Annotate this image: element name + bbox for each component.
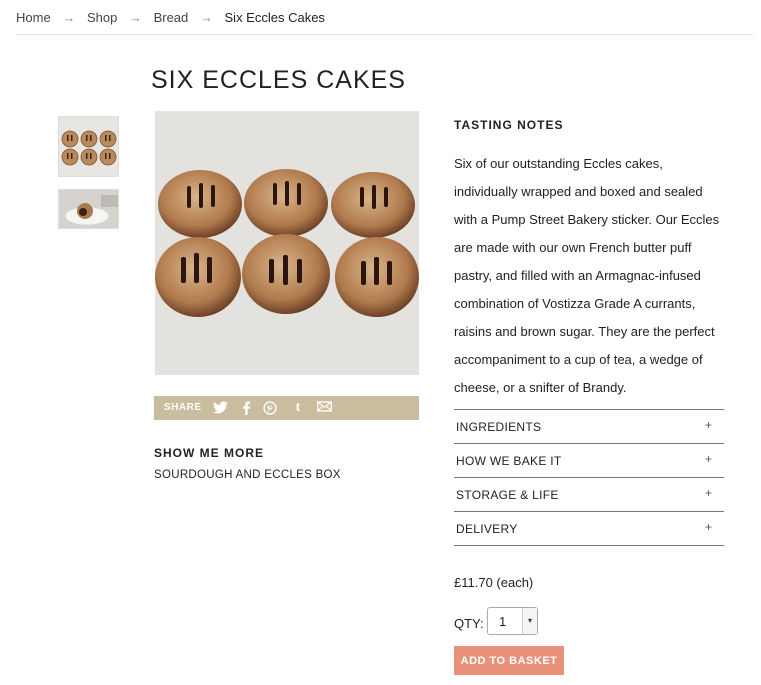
plus-icon: + xyxy=(704,418,712,432)
email-icon[interactable] xyxy=(316,401,332,415)
accordion-delivery[interactable]: DELIVERY + xyxy=(454,511,724,545)
quantity-select[interactable]: 1 ▾ xyxy=(487,607,538,635)
quantity-label: QTY: xyxy=(454,616,484,631)
breadcrumb-bread-link[interactable]: Bread xyxy=(154,10,189,25)
page-title: SIX ECCLES CAKES xyxy=(151,66,406,94)
accordion-label: DELIVERY xyxy=(456,522,518,536)
product-price: £11.70 (each) xyxy=(454,575,534,590)
accordion-label: INGREDIENTS xyxy=(456,420,542,434)
share-bar: SHARE t xyxy=(154,396,419,420)
plated-cake-thumbnail-image xyxy=(59,190,118,228)
share-label: SHARE xyxy=(164,402,202,413)
pinterest-icon[interactable] xyxy=(262,401,278,415)
chevron-down-icon: ▾ xyxy=(522,608,537,634)
plus-icon: + xyxy=(704,520,712,534)
accordion-label: STORAGE & LIFE xyxy=(456,488,559,502)
accordion-label: HOW WE BAKE IT xyxy=(456,454,562,468)
tasting-notes-text: Six of our outstanding Eccles cakes, ind… xyxy=(454,156,720,395)
breadcrumb-current: Six Eccles Cakes xyxy=(224,10,325,26)
six-cakes-thumbnail-image xyxy=(59,117,118,176)
breadcrumb-arrow-icon: → xyxy=(62,10,76,26)
thumbnail-plated-cake[interactable] xyxy=(58,189,119,229)
breadcrumb-arrow-icon: → xyxy=(128,10,142,26)
accordion-storage-life[interactable]: STORAGE & LIFE + xyxy=(454,477,724,511)
add-to-basket-button[interactable]: ADD TO BASKET xyxy=(454,646,564,675)
breadcrumb-shop-link[interactable]: Shop xyxy=(87,10,117,25)
eccles-cakes-photo xyxy=(155,111,419,375)
accordion-bottom-divider xyxy=(454,545,724,546)
twitter-icon[interactable] xyxy=(212,401,228,415)
breadcrumb-arrow-icon: → xyxy=(199,10,213,26)
accordion-how-we-bake-it[interactable]: HOW WE BAKE IT + xyxy=(454,443,724,477)
facebook-icon[interactable] xyxy=(238,401,254,415)
plus-icon: + xyxy=(704,486,712,500)
breadcrumb-divider xyxy=(16,34,753,35)
product-main-image xyxy=(155,111,419,375)
breadcrumb: Home → Shop → Bread → Six Eccles Cakes xyxy=(16,9,325,25)
product-info-accordion: INGREDIENTS + HOW WE BAKE IT + STORAGE &… xyxy=(454,409,724,546)
accordion-ingredients[interactable]: INGREDIENTS + xyxy=(454,409,724,443)
show-more-heading: SHOW ME MORE xyxy=(154,446,264,460)
breadcrumb-home-link[interactable]: Home xyxy=(16,10,51,25)
quantity-value: 1 xyxy=(499,614,507,629)
sourdough-eccles-box-link[interactable]: SOURDOUGH AND ECCLES BOX xyxy=(154,469,341,481)
tasting-notes-heading: TASTING NOTES xyxy=(454,118,564,132)
plus-icon: + xyxy=(704,452,712,466)
thumbnail-six-cakes[interactable] xyxy=(58,116,119,177)
tumblr-icon[interactable]: t xyxy=(290,401,306,415)
